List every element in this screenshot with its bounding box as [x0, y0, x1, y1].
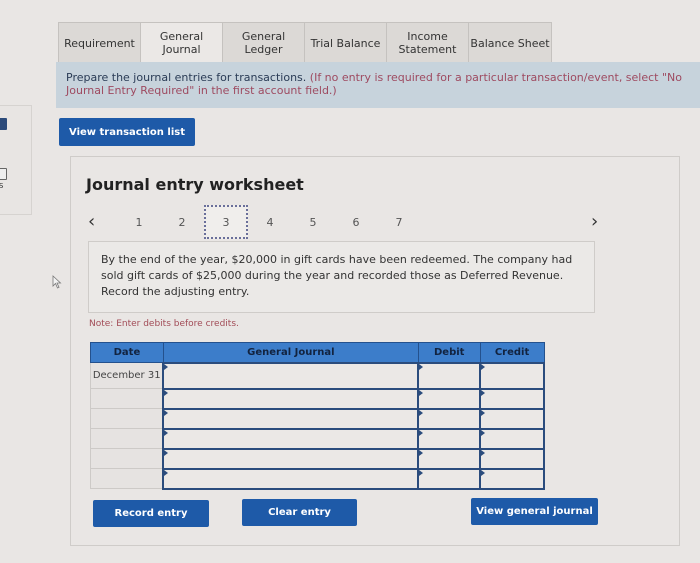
- tab-trial-balance[interactable]: Trial Balance: [304, 22, 387, 63]
- page-1[interactable]: 1: [133, 216, 145, 229]
- date-cell: [90, 388, 164, 409]
- debit-input[interactable]: [417, 467, 482, 490]
- view-general-journal-button[interactable]: View general journal: [471, 498, 598, 525]
- date-cell: [90, 448, 164, 469]
- instructions-banner: Prepare the journal entries for transact…: [56, 62, 700, 108]
- header-date: Date: [90, 342, 164, 363]
- header-general-journal: General Journal: [162, 342, 419, 363]
- date-cell: [90, 408, 164, 429]
- debit-input[interactable]: [417, 387, 482, 410]
- account-input[interactable]: [162, 387, 420, 410]
- account-input[interactable]: [162, 427, 420, 450]
- table-row: [90, 407, 545, 430]
- debit-input[interactable]: [417, 361, 482, 390]
- mouse-cursor-icon: [52, 275, 62, 289]
- header-credit: Credit: [479, 342, 545, 363]
- table-row: [90, 447, 545, 470]
- debit-input[interactable]: [417, 427, 482, 450]
- rail-item-label: ok: [0, 131, 7, 141]
- debits-note: Note: Enter debits before credits.: [89, 319, 239, 329]
- book-icon: [0, 118, 7, 130]
- record-entry-button[interactable]: Record entry: [93, 500, 209, 527]
- date-cell: [90, 428, 164, 449]
- transaction-pager: ‹ 1 2 3 4 5 6 7 ›: [71, 205, 679, 239]
- debit-input[interactable]: [417, 447, 482, 470]
- account-input[interactable]: [162, 447, 420, 470]
- tab-requirement[interactable]: Requirement: [58, 22, 141, 63]
- table-row: [90, 427, 545, 450]
- account-input[interactable]: [162, 407, 420, 430]
- rail-item-book[interactable]: ok: [0, 118, 7, 141]
- journal-entry-worksheet: Journal entry worksheet ‹ 1 2 3 4 5 6 7 …: [70, 156, 680, 546]
- account-input[interactable]: [162, 467, 420, 490]
- credit-input[interactable]: [479, 467, 545, 490]
- tab-balance-sheet[interactable]: Balance Sheet: [468, 22, 552, 63]
- account-input[interactable]: [162, 361, 420, 390]
- tab-income-statement[interactable]: Income Statement: [386, 22, 469, 63]
- debit-input[interactable]: [417, 407, 482, 430]
- table-row: [90, 467, 545, 490]
- view-transaction-list-button[interactable]: View transaction list: [59, 118, 195, 146]
- worksheet-title: Journal entry worksheet: [86, 175, 304, 194]
- left-rail: ok ences: [0, 105, 32, 215]
- table-row: [90, 387, 545, 410]
- transaction-description: By the end of the year, $20,000 in gift …: [88, 241, 595, 313]
- chevron-right-icon[interactable]: ›: [591, 211, 598, 232]
- page-3-current[interactable]: 3: [204, 205, 248, 239]
- credit-input[interactable]: [479, 361, 545, 390]
- tab-bar: Requirement General Journal General Ledg…: [58, 22, 552, 63]
- clear-entry-button[interactable]: Clear entry: [242, 499, 357, 526]
- credit-input[interactable]: [479, 447, 545, 470]
- date-cell: December 31: [90, 362, 164, 389]
- page-6[interactable]: 6: [350, 216, 362, 229]
- page-2[interactable]: 2: [176, 216, 188, 229]
- date-cell: [90, 468, 164, 489]
- table-header-row: Date General Journal Debit Credit: [90, 342, 545, 363]
- credit-input[interactable]: [479, 387, 545, 410]
- rail-item-label: ences: [0, 181, 4, 191]
- tab-general-ledger[interactable]: General Ledger: [222, 22, 305, 63]
- page-4[interactable]: 4: [264, 216, 276, 229]
- journal-table: Date General Journal Debit Credit Decemb…: [90, 342, 545, 490]
- tab-general-journal[interactable]: General Journal: [140, 22, 223, 63]
- page-7[interactable]: 7: [393, 216, 405, 229]
- page-5[interactable]: 5: [307, 216, 319, 229]
- credit-input[interactable]: [479, 427, 545, 450]
- rail-item-references[interactable]: ences: [0, 168, 7, 191]
- credit-input[interactable]: [479, 407, 545, 430]
- header-debit: Debit: [417, 342, 481, 363]
- table-row: December 31: [90, 361, 545, 390]
- document-icon: [0, 168, 7, 180]
- chevron-left-icon[interactable]: ‹: [88, 211, 95, 232]
- instructions-text: Prepare the journal entries for transact…: [66, 71, 307, 84]
